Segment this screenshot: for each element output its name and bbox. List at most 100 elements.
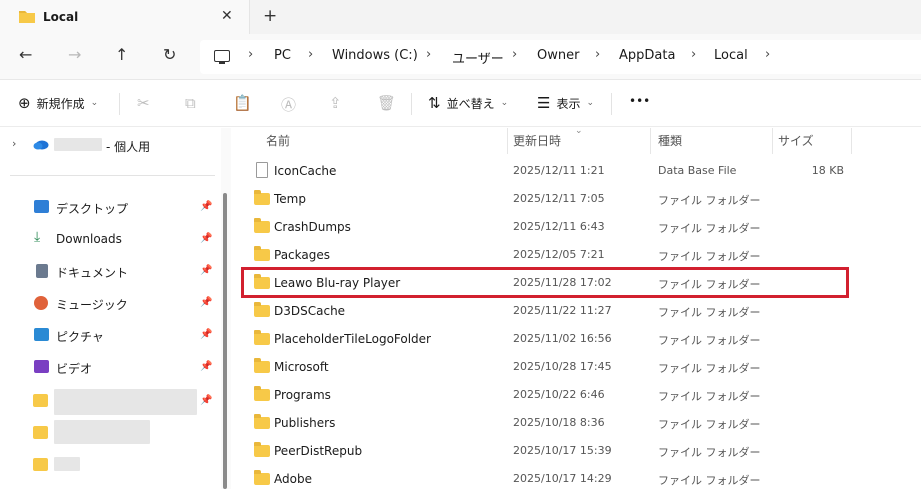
table-row[interactable]: PlaceholderTileLogoFolder 2025/11/02 16:… [232, 325, 921, 353]
chevron-right-icon[interactable]: › [12, 137, 16, 150]
file-date: 2025/12/11 6:43 [513, 220, 605, 233]
copy-button[interactable]: ⧉ [185, 94, 196, 112]
new-tab-button[interactable]: + [263, 6, 277, 26]
breadcrumb-users[interactable]: ユーザー [452, 48, 504, 67]
rename-button[interactable]: Ⓐ [281, 94, 296, 115]
folder-icon [254, 246, 270, 261]
sort-icon: ⇅ [428, 94, 441, 112]
file-name: Packages [274, 248, 330, 262]
new-button[interactable]: ⊕ 新規作成 ⌄ [18, 94, 98, 112]
sidebar-item-downloads[interactable]: ⤓ Downloads 📌 [0, 224, 220, 254]
trash-icon: 🗑 [377, 94, 397, 112]
table-row[interactable]: IconCache 2025/12/11 1:21 Data Base File… [232, 157, 921, 185]
pin-icon: 📌 [200, 233, 213, 244]
file-type: ファイル フォルダー [658, 390, 761, 403]
breadcrumb-appdata[interactable]: AppData [619, 48, 675, 63]
share-button[interactable]: ⇪ [329, 94, 342, 112]
chevron-right-icon[interactable]: › [765, 47, 770, 62]
file-type: ファイル フォルダー [658, 334, 761, 347]
file-date: 2025/11/02 16:56 [513, 332, 612, 345]
divider [611, 93, 612, 115]
column-header-size[interactable]: サイズ [778, 132, 814, 149]
column-divider[interactable] [851, 128, 852, 154]
sidebar-item-music[interactable]: ミュージック 📌 [0, 288, 220, 318]
chevron-right-icon[interactable]: › [248, 47, 253, 62]
tab-local[interactable]: Local ✕ [0, 0, 250, 34]
file-name: D3DSCache [274, 304, 346, 318]
sidebar-scrollbar-thumb[interactable] [223, 193, 227, 489]
table-row[interactable]: Packages 2025/12/05 7:21 ファイル フォルダー [232, 241, 921, 269]
table-row[interactable]: Publishers 2025/10/18 8:36 ファイル フォルダー [232, 409, 921, 437]
forward-button[interactable]: → [68, 46, 81, 64]
chevron-right-icon[interactable]: › [308, 47, 313, 62]
table-row[interactable]: Programs 2025/10/22 6:46 ファイル フォルダー [232, 381, 921, 409]
sidebar-item-onedrive[interactable]: › - 個人用 [0, 130, 220, 160]
redacted-name [54, 138, 102, 151]
column-divider[interactable] [772, 128, 773, 154]
sidebar-item-label: - 個人用 [106, 140, 151, 154]
file-type: Data Base File [658, 164, 737, 177]
chevron-right-icon[interactable]: › [512, 47, 517, 62]
column-header-date[interactable]: 更新日時 [513, 132, 561, 149]
column-header-type[interactable]: 種類 [658, 132, 682, 149]
download-icon: ⤓ [34, 229, 41, 245]
folder-icon [33, 426, 48, 439]
sidebar-item-documents[interactable]: ドキュメント 📌 [0, 256, 220, 286]
address-bar[interactable]: › PC › Windows (C:) › ユーザー › Owner › App… [200, 40, 921, 74]
file-list: 名前 更新日時 ⌄ 種類 サイズ IconCache 2025/12/11 1:… [232, 126, 921, 489]
redacted-name [54, 389, 197, 415]
new-label: 新規作成 [36, 96, 85, 111]
file-name: Microsoft [274, 360, 329, 374]
file-type: ファイル フォルダー [658, 418, 761, 431]
sidebar-item-redacted[interactable] [0, 452, 220, 482]
refresh-button[interactable]: ↻ [163, 46, 176, 64]
file-icon [256, 162, 268, 178]
file-type: ファイル フォルダー [658, 362, 761, 375]
table-row[interactable]: PeerDistRepub 2025/10/17 15:39 ファイル フォルダ… [232, 437, 921, 465]
view-button[interactable]: ☰ 表示 ⌄ [537, 94, 594, 112]
paste-button[interactable]: 📋 [233, 94, 252, 112]
file-type: ファイル フォルダー [658, 194, 761, 207]
folder-icon [254, 330, 270, 345]
breadcrumb-owner[interactable]: Owner [537, 48, 579, 63]
up-button[interactable]: ↑ [115, 46, 128, 64]
scissors-icon: ✂ [137, 94, 150, 112]
breadcrumb-pc[interactable]: PC [274, 48, 291, 63]
tab-title: Local [43, 10, 79, 24]
file-size: 18 KB [811, 164, 844, 177]
breadcrumb-local[interactable]: Local [714, 48, 748, 63]
table-row[interactable]: D3DSCache 2025/11/22 11:27 ファイル フォルダー [232, 297, 921, 325]
cut-button[interactable]: ✂ [137, 94, 150, 112]
more-button[interactable]: ••• [629, 94, 650, 108]
back-button[interactable]: ← [19, 46, 32, 64]
column-divider[interactable] [507, 128, 508, 154]
sidebar-item-redacted[interactable]: 📌 [0, 386, 220, 416]
sidebar-item-videos[interactable]: ビデオ 📌 [0, 352, 220, 382]
breadcrumb-drive[interactable]: Windows (C:) [332, 48, 418, 63]
cloud-icon [33, 140, 49, 150]
plus-circle-icon: ⊕ [18, 94, 31, 112]
chevron-right-icon[interactable]: › [595, 47, 600, 62]
delete-button[interactable]: 🗑 [377, 94, 396, 112]
sidebar-item-redacted[interactable] [0, 418, 220, 448]
sidebar-item-desktop[interactable]: デスクトップ 📌 [0, 192, 220, 222]
close-icon[interactable]: ✕ [221, 8, 233, 24]
column-divider[interactable] [650, 128, 651, 154]
table-row[interactable]: Temp 2025/12/11 7:05 ファイル フォルダー [232, 185, 921, 213]
chevron-right-icon[interactable]: › [426, 47, 431, 62]
share-icon: ⇪ [329, 94, 342, 112]
command-bar: ⊕ 新規作成 ⌄ ✂ ⧉ 📋 Ⓐ ⇪ 🗑 ⇅ 並べ替え ⌄ ☰ 表示 ⌄ ••• [0, 81, 921, 127]
sort-button[interactable]: ⇅ 並べ替え ⌄ [428, 94, 508, 112]
pin-icon: 📌 [200, 201, 213, 212]
chevron-right-icon[interactable]: › [691, 47, 696, 62]
table-row[interactable]: Adobe 2025/10/17 14:29 ファイル フォルダー [232, 465, 921, 489]
file-type: ファイル フォルダー [658, 222, 761, 235]
column-header-name[interactable]: 名前 [266, 132, 290, 149]
video-icon [34, 360, 49, 373]
table-row[interactable]: Microsoft 2025/10/28 17:45 ファイル フォルダー [232, 353, 921, 381]
redacted-name [54, 457, 80, 471]
table-row[interactable]: CrashDumps 2025/12/11 6:43 ファイル フォルダー [232, 213, 921, 241]
music-icon [34, 296, 48, 310]
list-view-icon: ☰ [537, 94, 551, 112]
sidebar-item-pictures[interactable]: ピクチャ 📌 [0, 320, 220, 350]
